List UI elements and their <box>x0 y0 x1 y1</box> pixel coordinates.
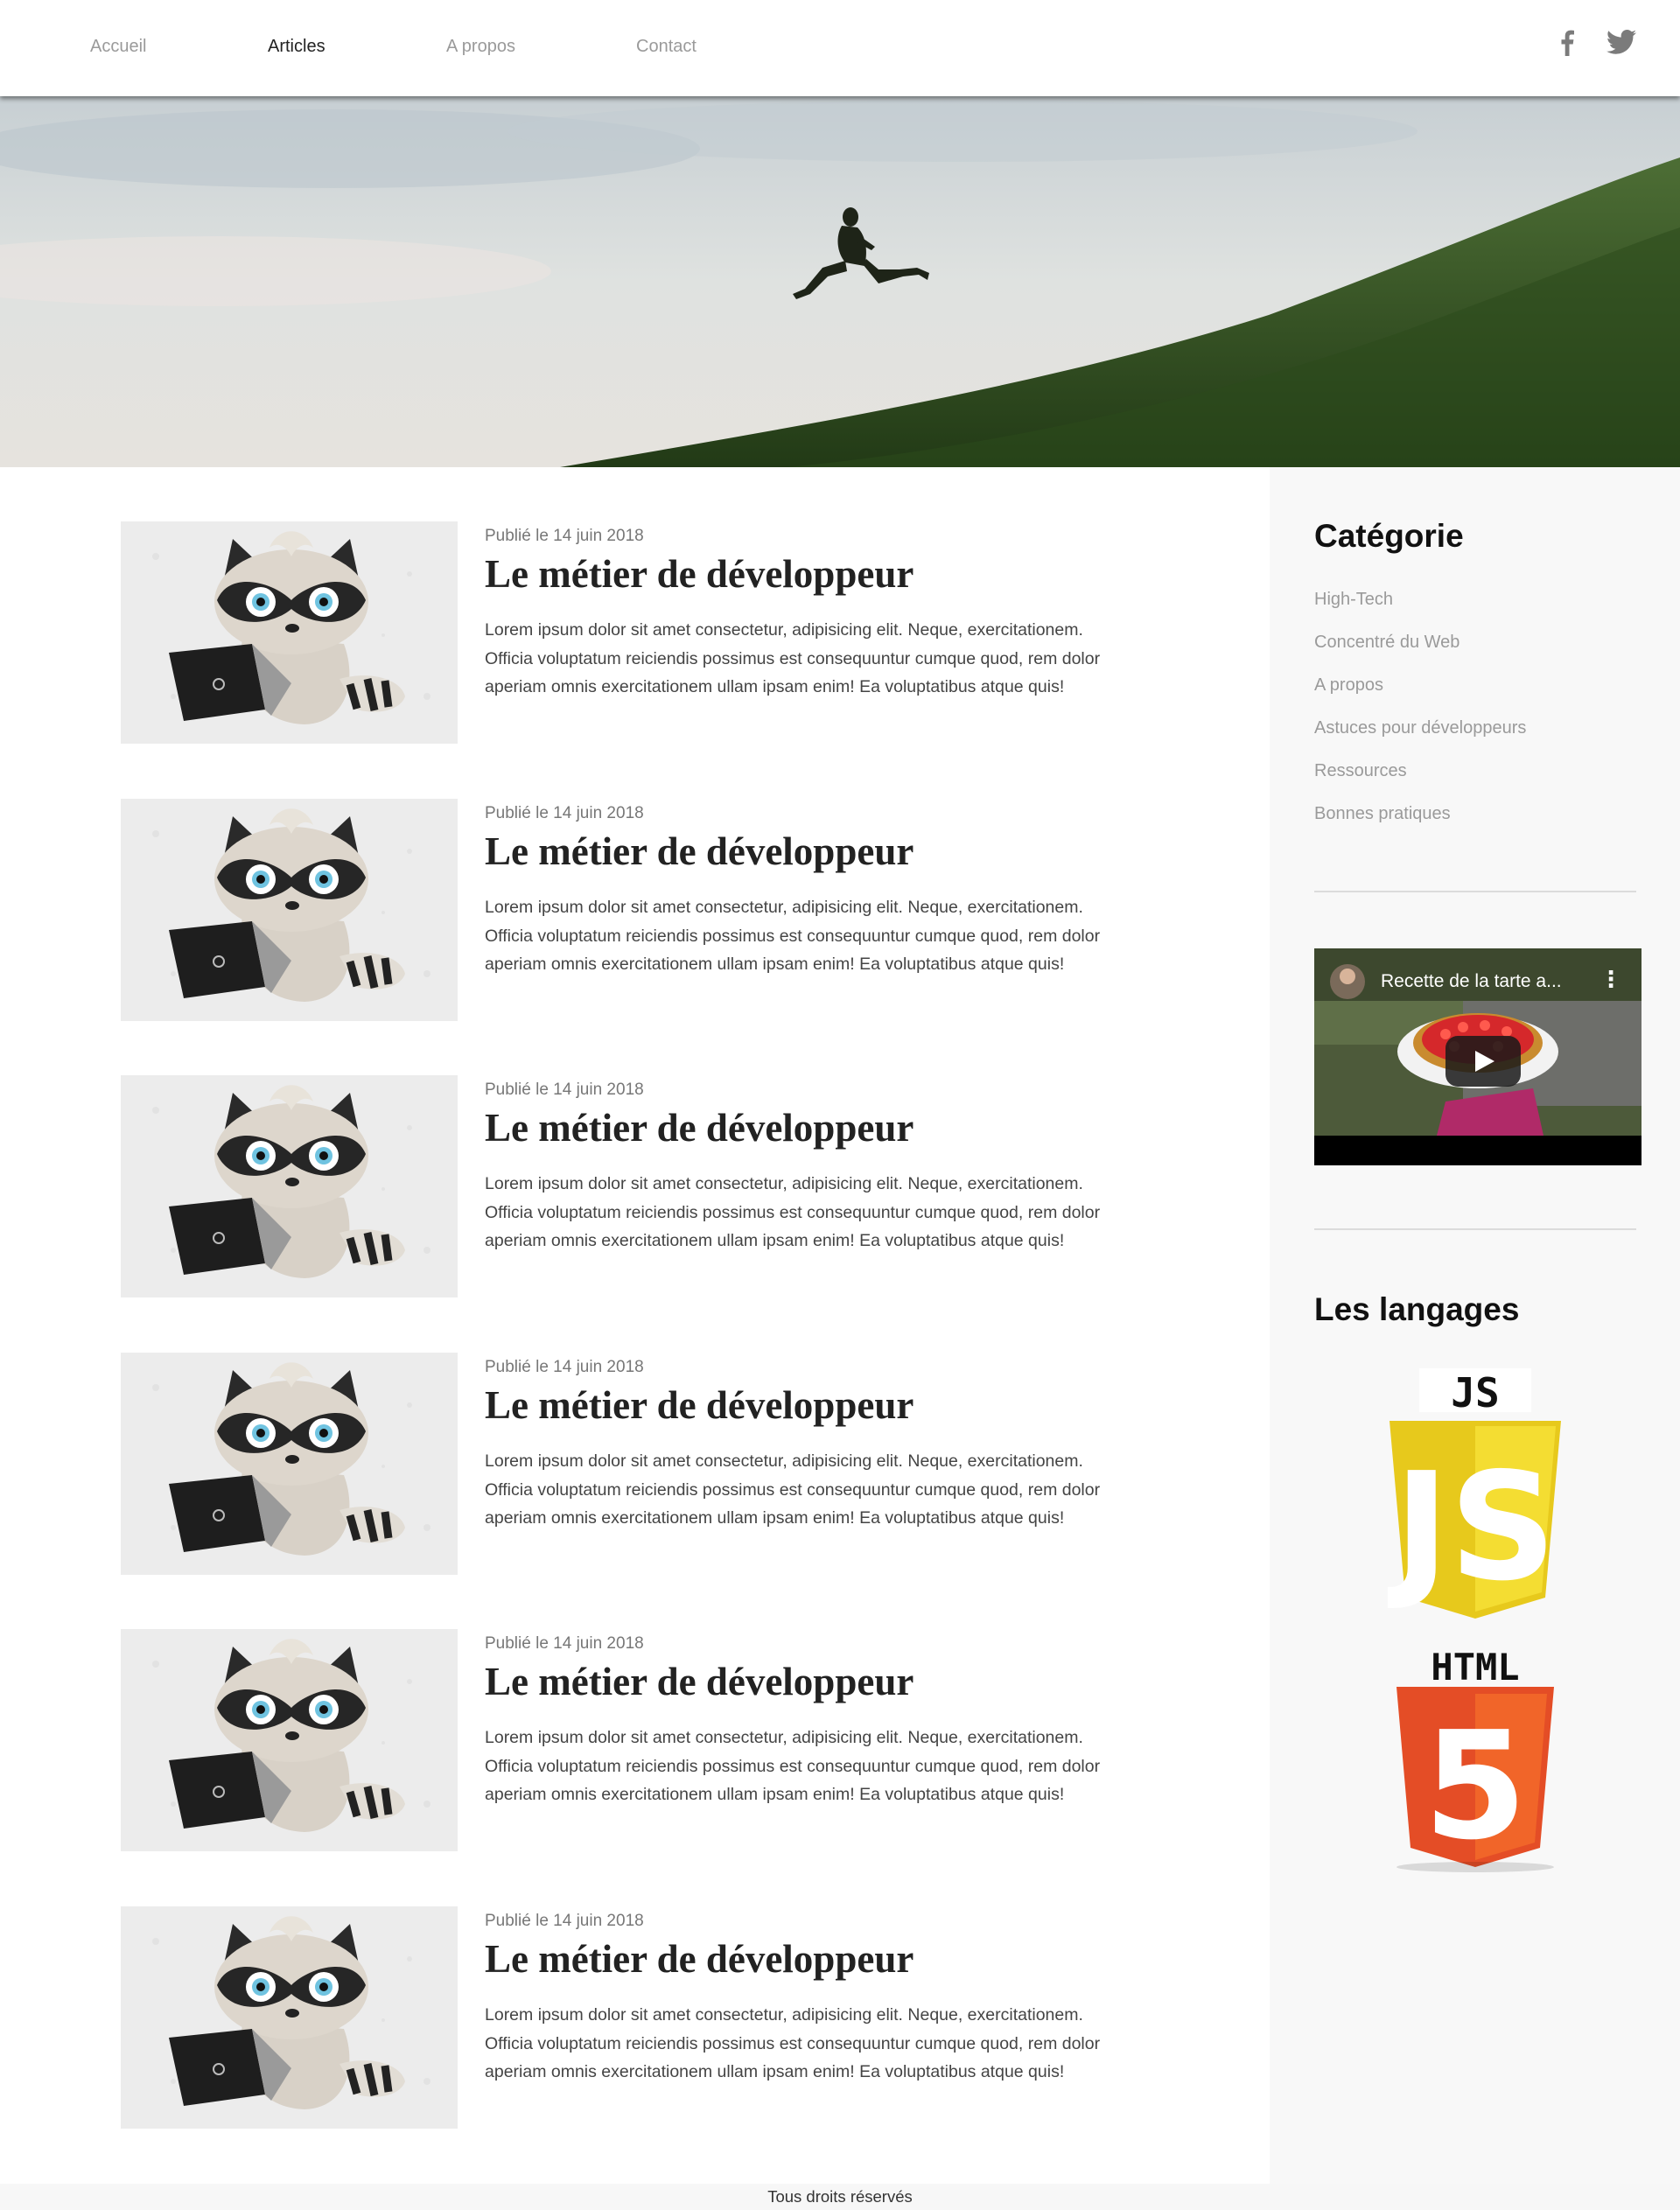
video-title[interactable]: Recette de la tarte a... <box>1381 971 1562 992</box>
article-excerpt: Lorem ipsum dolor sit amet consectetur, … <box>485 1724 1150 1809</box>
article-excerpt-line-2: Officia voluptatum reiciendis possimus e… <box>485 1479 1101 1500</box>
nav-link-articles[interactable]: Articles <box>268 37 326 57</box>
category-heading: Catégorie <box>1314 518 1464 554</box>
article-card[interactable]: Publié le 14 juin 2018 Le métier de déve… <box>121 1075 1127 1297</box>
article-excerpt-line-2: Officia voluptatum reiciendis possimus e… <box>485 2033 1101 2053</box>
article-date: Publié le 14 juin 2018 <box>485 1358 644 1376</box>
raccoon-developer-illustration <box>121 1353 458 1575</box>
sidebar-divider <box>1314 891 1636 892</box>
article-excerpt-line-3: aperiam omnis exercitationem ullam ipsam… <box>485 2062 1065 2081</box>
article-excerpt-line-1: Lorem ipsum dolor sit amet consectetur, … <box>485 1728 1083 1747</box>
top-navbar: Accueil Articles A propos Contact <box>0 0 1680 96</box>
category-link-concentre-du-web[interactable]: Concentré du Web <box>1314 633 1460 653</box>
video-play-button[interactable] <box>1446 1036 1521 1087</box>
category-link-bonnes-pratiques[interactable]: Bonnes pratiques <box>1314 804 1451 824</box>
article-excerpt: Lorem ipsum dolor sit amet consectetur, … <box>485 2001 1150 2087</box>
facebook-icon[interactable] <box>1560 30 1574 60</box>
article-card[interactable]: Publié le 14 juin 2018 Le métier de déve… <box>121 1629 1127 1851</box>
article-excerpt-line-3: aperiam omnis exercitationem ullam ipsam… <box>485 1231 1065 1250</box>
article-card[interactable]: Publié le 14 juin 2018 Le métier de déve… <box>121 799 1127 1021</box>
html-logo-text: HTML <box>1431 1646 1519 1689</box>
article-title[interactable]: Le métier de développeur <box>485 829 914 874</box>
category-link-astuces[interactable]: Astuces pour développeurs <box>1314 718 1526 738</box>
article-card[interactable]: Publié le 14 juin 2018 Le métier de déve… <box>121 521 1127 744</box>
article-excerpt: Lorem ipsum dolor sit amet consectetur, … <box>485 1447 1150 1533</box>
article-thumbnail[interactable] <box>121 1075 458 1297</box>
article-thumbnail[interactable] <box>121 1906 458 2129</box>
article-thumbnail[interactable] <box>121 1629 458 1851</box>
raccoon-developer-illustration <box>121 1629 458 1851</box>
article-excerpt-line-1: Lorem ipsum dolor sit amet consectetur, … <box>485 1174 1083 1193</box>
article-title[interactable]: Le métier de développeur <box>485 551 914 597</box>
raccoon-developer-illustration <box>121 799 458 1021</box>
category-link-a-propos[interactable]: A propos <box>1314 675 1383 696</box>
nav-link-accueil[interactable]: Accueil <box>90 37 146 57</box>
video-menu-icon[interactable]: ⋮ <box>1600 966 1622 993</box>
article-excerpt-line-1: Lorem ipsum dolor sit amet consectetur, … <box>485 620 1083 640</box>
article-excerpt-line-2: Officia voluptatum reiciendis possimus e… <box>485 926 1101 946</box>
footer-copyright: Tous droits réservés <box>767 2187 913 2206</box>
article-excerpt-line-1: Lorem ipsum dolor sit amet consectetur, … <box>485 2005 1083 2025</box>
article-excerpt-line-2: Officia voluptatum reiciendis possimus e… <box>485 1756 1101 1776</box>
html5-logo: HTML 5 <box>1388 1645 1563 1873</box>
article-thumbnail[interactable] <box>121 1353 458 1575</box>
article-title[interactable]: Le métier de développeur <box>485 1659 914 1704</box>
article-date: Publié le 14 juin 2018 <box>485 804 644 822</box>
article-title[interactable]: Le métier de développeur <box>485 1936 914 1982</box>
play-icon <box>1475 1051 1494 1072</box>
javascript-logo: JS JS <box>1385 1368 1563 1620</box>
article-date: Publié le 14 juin 2018 <box>485 1634 644 1653</box>
js-logo-text: JS <box>1451 1369 1499 1416</box>
article-card[interactable]: Publié le 14 juin 2018 Le métier de déve… <box>121 1906 1127 2129</box>
article-date: Publié le 14 juin 2018 <box>485 1912 644 1930</box>
article-date: Publié le 14 juin 2018 <box>485 1081 644 1099</box>
category-link-high-tech[interactable]: High-Tech <box>1314 590 1393 610</box>
languages-heading: Les langages <box>1314 1291 1520 1327</box>
twitter-icon[interactable] <box>1606 30 1636 59</box>
nav-link-a-propos[interactable]: A propos <box>446 37 515 57</box>
article-excerpt-line-3: aperiam omnis exercitationem ullam ipsam… <box>485 955 1065 974</box>
raccoon-developer-illustration <box>121 1906 458 2129</box>
category-link-ressources[interactable]: Ressources <box>1314 761 1407 781</box>
article-excerpt-line-2: Officia voluptatum reiciendis possimus e… <box>485 648 1101 668</box>
raccoon-developer-illustration <box>121 521 458 744</box>
sidebar-divider-2 <box>1314 1228 1636 1230</box>
article-title[interactable]: Le métier de développeur <box>485 1382 914 1428</box>
article-excerpt: Lorem ipsum dolor sit amet consectetur, … <box>485 616 1150 702</box>
article-title[interactable]: Le métier de développeur <box>485 1105 914 1150</box>
html-badge-text: 5 <box>1424 1700 1527 1872</box>
footer: Tous droits réservés <box>0 2184 1680 2210</box>
article-card[interactable]: Publié le 14 juin 2018 Le métier de déve… <box>121 1353 1127 1575</box>
article-excerpt-line-1: Lorem ipsum dolor sit amet consectetur, … <box>485 1451 1083 1471</box>
article-excerpt: Lorem ipsum dolor sit amet consectetur, … <box>485 893 1150 979</box>
article-excerpt: Lorem ipsum dolor sit amet consectetur, … <box>485 1170 1150 1255</box>
article-excerpt-line-3: aperiam omnis exercitationem ullam ipsam… <box>485 677 1065 696</box>
js-badge-text: JS <box>1388 1441 1557 1614</box>
article-excerpt-line-1: Lorem ipsum dolor sit amet consectetur, … <box>485 898 1083 917</box>
nav-link-contact[interactable]: Contact <box>636 37 696 57</box>
article-excerpt-line-2: Officia voluptatum reiciendis possimus e… <box>485 1202 1101 1222</box>
article-date: Publié le 14 juin 2018 <box>485 527 644 545</box>
hero-banner <box>0 96 1680 467</box>
article-excerpt-line-3: aperiam omnis exercitationem ullam ipsam… <box>485 1785 1065 1804</box>
article-excerpt-line-3: aperiam omnis exercitationem ullam ipsam… <box>485 1508 1065 1528</box>
article-thumbnail[interactable] <box>121 521 458 744</box>
youtube-video-embed[interactable]: Recette de la tarte a... ⋮ <box>1314 948 1642 1165</box>
raccoon-developer-illustration <box>121 1075 458 1297</box>
article-thumbnail[interactable] <box>121 799 458 1021</box>
